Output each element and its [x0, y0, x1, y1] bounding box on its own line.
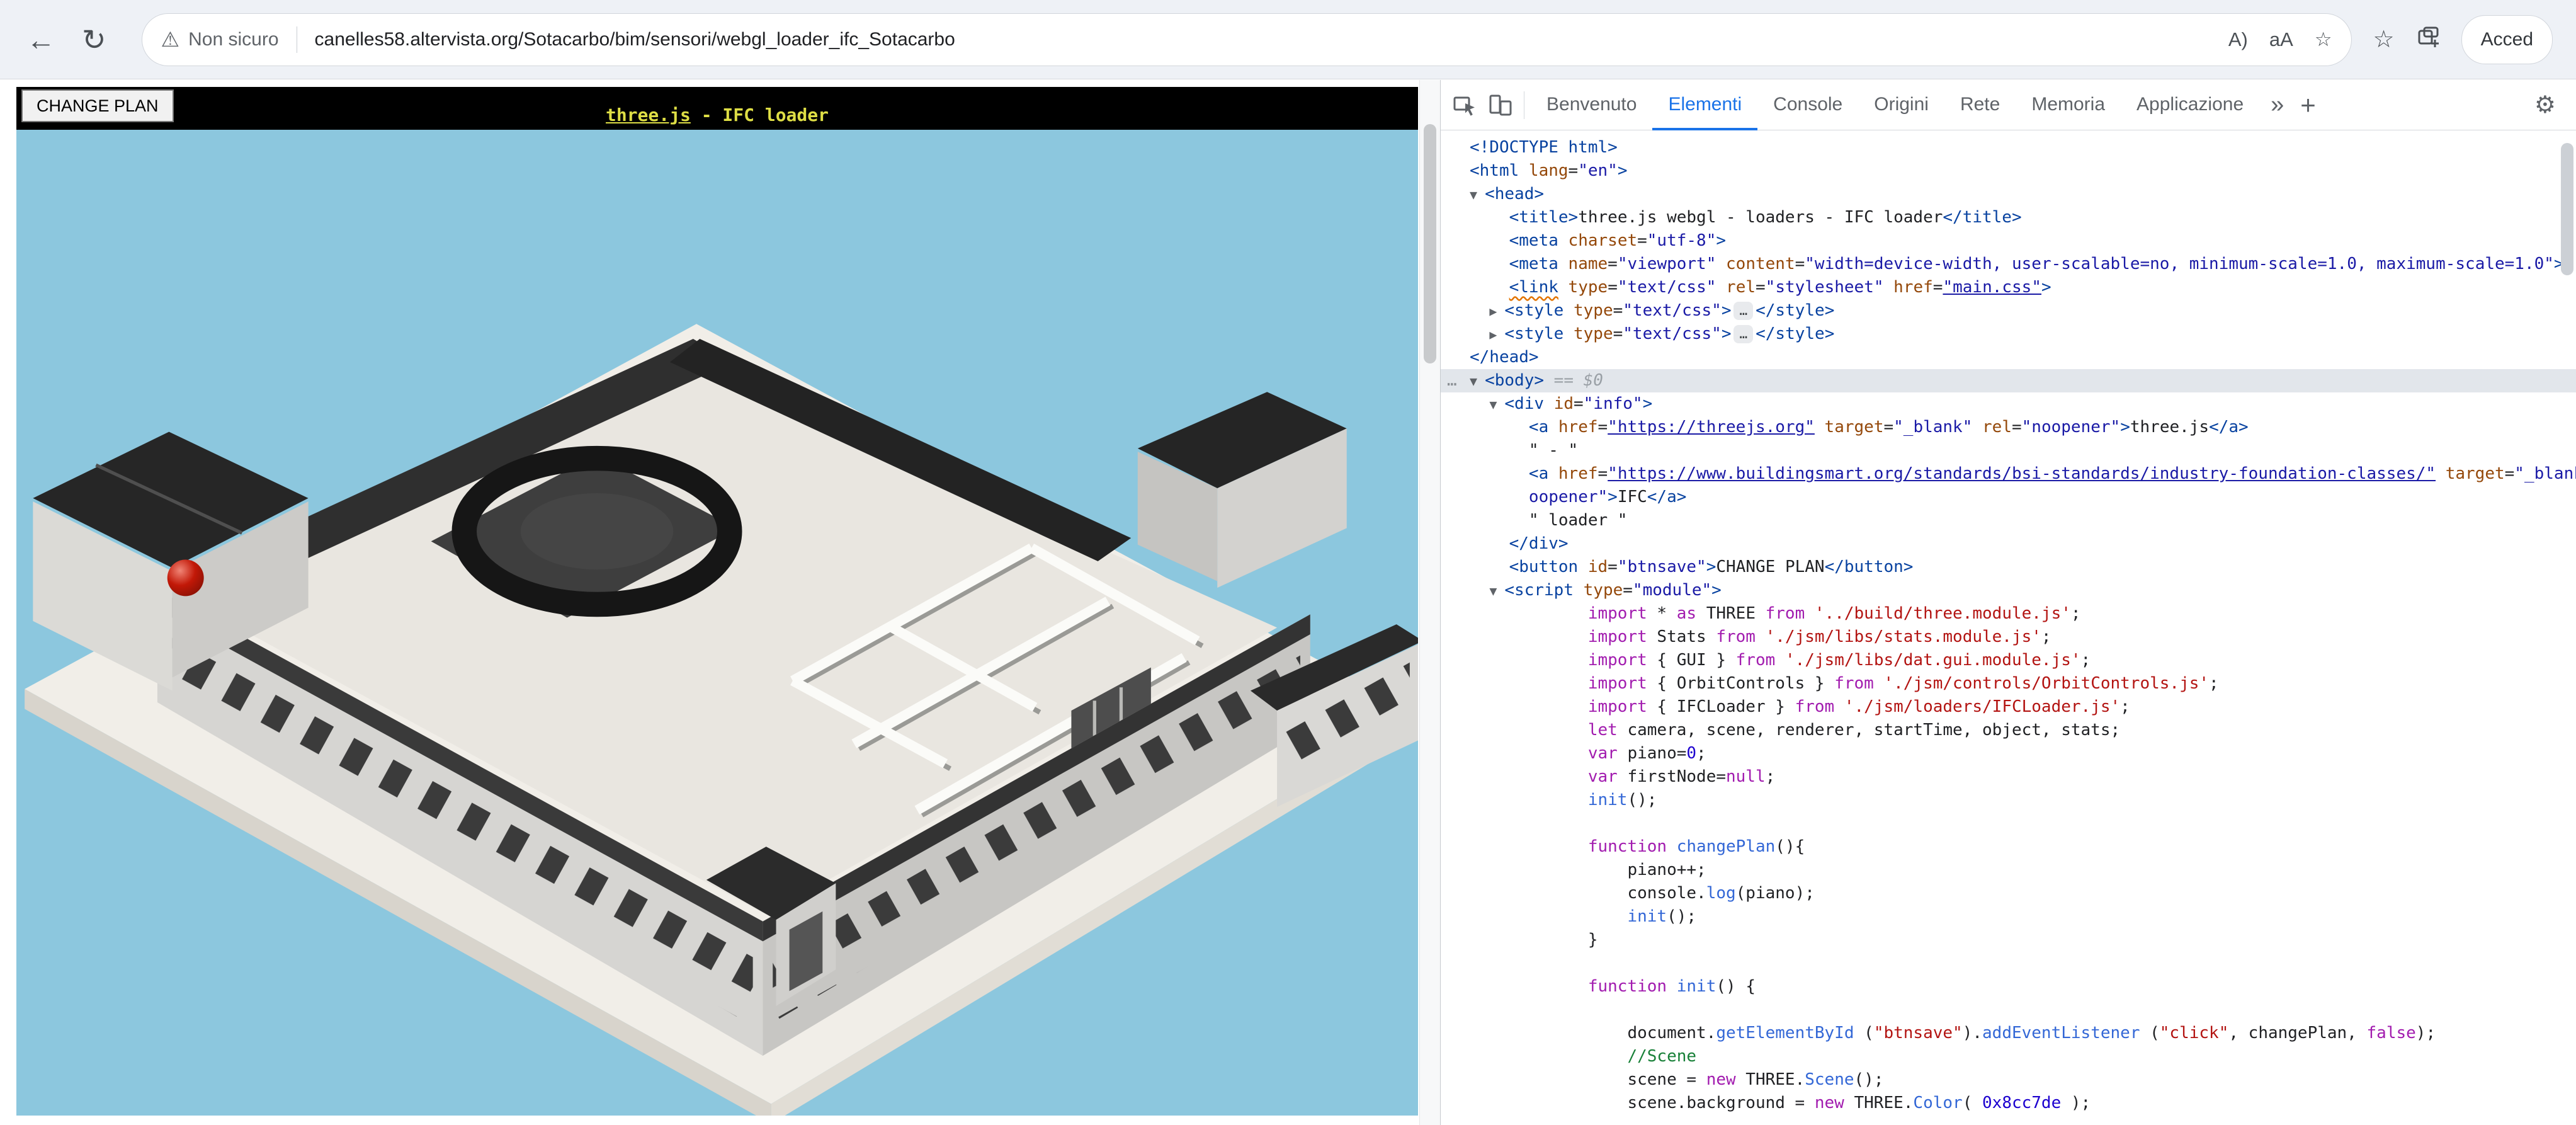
- dom-line[interactable]: console.log(piano);: [1441, 882, 2576, 905]
- dom-line[interactable]: document.getElementById ("btnsave").addE…: [1441, 1022, 2576, 1045]
- page-scrollbar[interactable]: [1419, 80, 1441, 1125]
- threejs-link[interactable]: three.js: [606, 105, 691, 125]
- dom-line[interactable]: import Stats from './jsm/libs/stats.modu…: [1441, 625, 2576, 649]
- dom-line[interactable]: </head>: [1441, 346, 2576, 369]
- dom-line[interactable]: [1441, 952, 2576, 975]
- dom-line[interactable]: let camera, scene, renderer, startTime, …: [1441, 719, 2576, 742]
- dom-line[interactable]: scene.background = new THREE.Color( 0x8c…: [1441, 1092, 2576, 1115]
- dom-line[interactable]: ▼ <div id="info">: [1441, 392, 2576, 416]
- tab-console[interactable]: Console: [1757, 80, 1858, 128]
- favorites-icon[interactable]: ☆: [2373, 25, 2395, 54]
- signin-button[interactable]: Acced: [2461, 15, 2553, 64]
- dom-line[interactable]: init();: [1441, 905, 2576, 928]
- dom-line[interactable]: piano++;: [1441, 859, 2576, 882]
- collections-icon[interactable]: [2416, 24, 2441, 55]
- dom-line[interactable]: ▶ <style type="text/css">…</style>: [1441, 323, 2576, 346]
- dom-line[interactable]: import { OrbitControls } from './jsm/con…: [1441, 672, 2576, 695]
- dom-line[interactable]: ▼ <script type="module">: [1441, 579, 2576, 602]
- dom-line[interactable]: " loader ": [1441, 509, 2576, 532]
- dom-line[interactable]: </div>: [1441, 532, 2576, 556]
- dom-line[interactable]: <a href="https://threejs.org" target="_b…: [1441, 416, 2576, 439]
- page-title-suffix: - IFC loader: [691, 105, 829, 125]
- dom-line[interactable]: //Scene: [1441, 1045, 2576, 1068]
- tab-applicazione[interactable]: Applicazione: [2121, 80, 2259, 128]
- dom-tree: <!DOCTYPE html><html lang="en">▼ <head> …: [1441, 131, 2576, 1125]
- translate-icon[interactable]: aA: [2269, 28, 2293, 51]
- dom-line[interactable]: var firstNode=null;: [1441, 765, 2576, 789]
- signin-label: Acced: [2481, 29, 2533, 50]
- read-aloud-icon[interactable]: A): [2228, 28, 2248, 51]
- dom-line[interactable]: <meta name="viewport" content="width=dev…: [1441, 253, 2576, 276]
- dom-line[interactable]: import { IFCLoader } from './jsm/loaders…: [1441, 695, 2576, 719]
- device-toolbar-icon[interactable]: [1482, 88, 1518, 123]
- dom-line[interactable]: <a href="https://www.buildingsmart.org/s…: [1441, 462, 2576, 486]
- page-info-bar: CHANGE PLAN three.js - IFC loader: [16, 87, 1418, 130]
- dom-line[interactable]: " - ": [1441, 439, 2576, 462]
- ifc-building-model: [16, 130, 1418, 1116]
- webgl-canvas[interactable]: [16, 130, 1418, 1116]
- devtools-toolbar: BenvenutoElementiConsoleOriginiReteMemor…: [1441, 80, 2576, 130]
- dom-line[interactable]: <!DOCTYPE html>: [1441, 136, 2576, 159]
- dom-line[interactable]: ▶ <style type="text/css">…</style>: [1441, 299, 2576, 323]
- security-warning-icon[interactable]: ⚠: [161, 27, 180, 52]
- dom-line[interactable]: <html lang="en">: [1441, 159, 2576, 183]
- devtools-tabs: BenvenutoElementiConsoleOriginiReteMemor…: [1531, 80, 2259, 130]
- page-scrollbar-thumb[interactable]: [1424, 124, 1436, 363]
- dom-line[interactable]: [1441, 812, 2576, 835]
- address-bar[interactable]: ⚠ Non sicuro canelles58.altervista.org/S…: [142, 13, 2352, 66]
- dom-line[interactable]: function changePlan(){: [1441, 835, 2576, 859]
- dom-line[interactable]: <meta charset="utf-8">: [1441, 229, 2576, 253]
- dom-line[interactable]: scene = new THREE.Scene();: [1441, 1068, 2576, 1092]
- dom-line[interactable]: <link type="text/css" rel="stylesheet" h…: [1441, 276, 2576, 299]
- tab-origini[interactable]: Origini: [1858, 80, 1944, 128]
- add-tab-icon[interactable]: +: [2300, 90, 2316, 120]
- dom-line[interactable]: import * as THREE from '../build/three.m…: [1441, 602, 2576, 625]
- dom-line[interactable]: ▼ <head>: [1441, 183, 2576, 206]
- devtools-panel: BenvenutoElementiConsoleOriginiReteMemor…: [1440, 80, 2576, 1125]
- devtools-scrollbar-thumb[interactable]: [2561, 143, 2573, 275]
- browser-toolbar: ← ↻ ⚠ Non sicuro canelles58.altervista.o…: [0, 0, 2576, 79]
- page-title: three.js - IFC loader: [16, 105, 1418, 125]
- tab-rete[interactable]: Rete: [1944, 80, 2016, 128]
- dom-line[interactable]: …▼ <body> == $0: [1441, 369, 2576, 392]
- back-icon[interactable]: ←: [26, 25, 55, 54]
- dom-line[interactable]: oopener">IFC</a>: [1441, 486, 2576, 509]
- dom-line[interactable]: <title>three.js webgl - loaders - IFC lo…: [1441, 206, 2576, 229]
- dom-line[interactable]: }: [1441, 928, 2576, 952]
- add-favorite-icon[interactable]: ☆: [2315, 28, 2332, 51]
- collections-glyph: [2416, 24, 2441, 49]
- url-text[interactable]: canelles58.altervista.org/Sotacarbo/bim/…: [315, 29, 2207, 50]
- inspect-element-icon[interactable]: [1447, 88, 1482, 123]
- tab-benvenuto[interactable]: Benvenuto: [1531, 80, 1652, 128]
- dom-line[interactable]: var piano=0;: [1441, 742, 2576, 765]
- dom-line[interactable]: function init() {: [1441, 975, 2576, 998]
- more-tabs-icon[interactable]: »: [2271, 91, 2284, 118]
- dom-line[interactable]: [1441, 998, 2576, 1022]
- webgl-page: CHANGE PLAN three.js - IFC loader: [0, 80, 1419, 1125]
- browser-window: ← ↻ ⚠ Non sicuro canelles58.altervista.o…: [0, 0, 2576, 1125]
- tab-elementi[interactable]: Elementi: [1652, 80, 1757, 130]
- security-label[interactable]: Non sicuro: [188, 29, 278, 50]
- tab-memoria[interactable]: Memoria: [2016, 80, 2121, 128]
- refresh-icon[interactable]: ↻: [82, 25, 106, 54]
- dom-line[interactable]: <button id="btnsave">CHANGE PLAN</button…: [1441, 556, 2576, 579]
- dom-line[interactable]: import { GUI } from './jsm/libs/dat.gui.…: [1441, 649, 2576, 672]
- dom-line[interactable]: init();: [1441, 789, 2576, 812]
- sensor-marker[interactable]: [167, 559, 204, 596]
- settings-gear-icon[interactable]: ⚙: [2534, 91, 2556, 119]
